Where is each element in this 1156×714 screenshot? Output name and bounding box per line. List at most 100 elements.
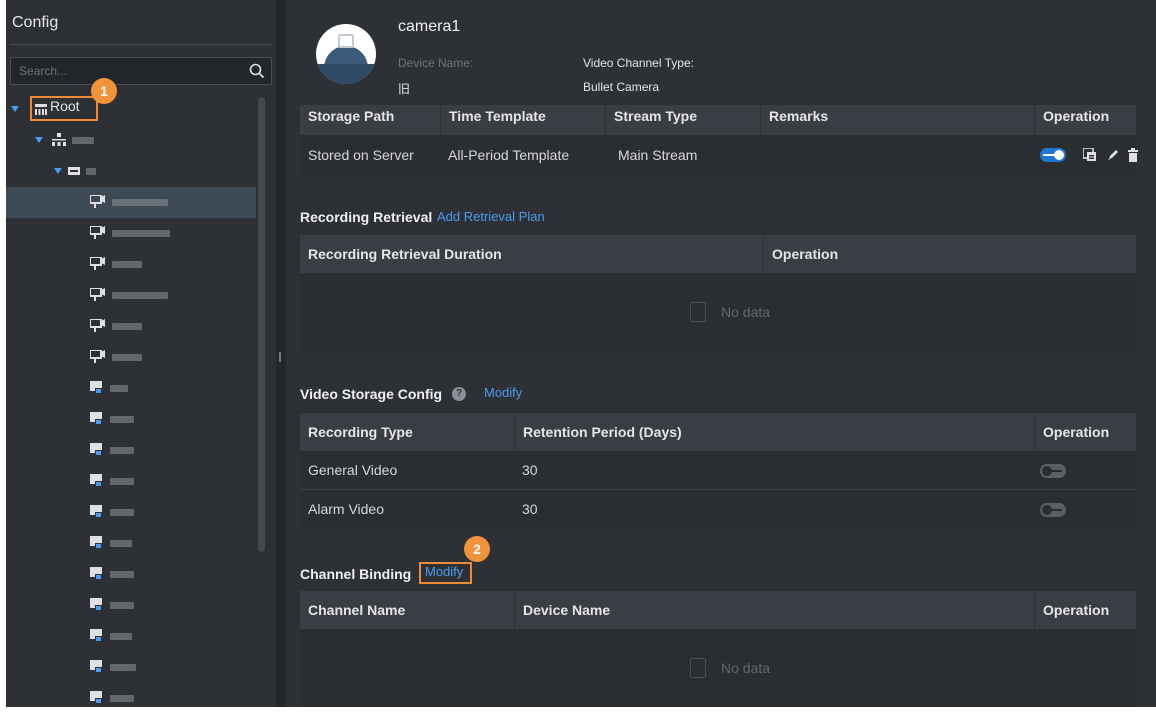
tree-node-channel[interactable] <box>6 404 256 435</box>
search-input[interactable] <box>11 58 241 84</box>
tree-node-channel[interactable] <box>6 373 256 404</box>
document-icon <box>690 658 706 678</box>
panel-splitter[interactable] <box>276 0 286 707</box>
cell-retention-days: 30 <box>522 501 538 517</box>
network-icon <box>52 133 66 146</box>
video-storage-modify-link[interactable]: Modify <box>484 385 522 400</box>
expand-arrow-icon[interactable] <box>54 168 62 174</box>
tree-node-device[interactable] <box>6 156 256 187</box>
delete-icon[interactable] <box>1126 148 1140 162</box>
cell-recording-type: General Video <box>308 462 398 478</box>
camera-icon <box>90 288 105 301</box>
channel-icon <box>90 381 102 394</box>
empty-state: No data <box>300 273 1136 351</box>
blurred-label <box>110 478 134 485</box>
search-box[interactable] <box>10 57 272 85</box>
table-header: Channel Name Device Name Operation <box>300 591 1136 629</box>
add-retrieval-plan-link[interactable]: Add Retrieval Plan <box>437 209 545 224</box>
cell-recording-type: Alarm Video <box>308 501 385 517</box>
tree-node-channel[interactable] <box>6 466 256 497</box>
tree-node-camera[interactable] <box>6 280 256 311</box>
tree-node-channel[interactable] <box>6 683 256 714</box>
col-retention-period: Retention Period (Days) <box>514 413 1034 451</box>
camera-name: camera1 <box>398 18 461 35</box>
tree-node-camera[interactable] <box>6 311 256 342</box>
recording-retrieval-table: Recording Retrieval Duration Operation N… <box>300 235 1136 351</box>
blurred-label <box>112 354 142 361</box>
col-retrieval-duration: Recording Retrieval Duration <box>308 246 502 262</box>
edit-icon[interactable] <box>1106 148 1120 162</box>
blurred-label <box>110 385 128 392</box>
general-video-toggle[interactable] <box>1040 464 1066 478</box>
col-operation: Operation <box>1034 591 1136 629</box>
blurred-label <box>86 168 96 175</box>
channel-icon <box>90 660 102 673</box>
blurred-label <box>110 571 134 578</box>
channel-binding-title: Channel Binding <box>300 566 412 582</box>
channel-icon <box>90 505 102 518</box>
camera-icon <box>90 319 105 332</box>
blurred-label <box>110 509 134 516</box>
video-storage-config-title: Video Storage Config <box>300 386 443 402</box>
table-header: Recording Type Retention Period (Days) O… <box>300 413 1136 451</box>
expand-arrow-icon[interactable] <box>11 106 19 112</box>
blurred-label <box>110 416 134 423</box>
blurred-label <box>112 292 168 299</box>
blurred-label <box>110 540 132 547</box>
col-device-name: Device Name <box>514 591 1034 629</box>
tree-node-channel[interactable] <box>6 528 256 559</box>
empty-text: No data <box>721 304 771 320</box>
search-icon[interactable] <box>249 63 265 79</box>
cell-storage-path: Stored on Server <box>308 147 414 163</box>
cell-stream-type: Main Stream <box>618 147 698 163</box>
video-channel-type-value: Bullet Camera <box>583 80 660 94</box>
plan-enable-toggle[interactable] <box>1040 148 1066 162</box>
tree-node-channel[interactable] <box>6 559 256 590</box>
copy-icon[interactable] <box>1083 148 1097 162</box>
app-window: Config Root 1 <box>6 0 1156 707</box>
channel-binding-table: Channel Name Device Name Operation No da… <box>300 591 1136 707</box>
row-divider <box>300 489 1136 490</box>
tree-node-camera[interactable] <box>6 218 256 249</box>
sidebar-title: Config <box>12 14 59 31</box>
channel-icon <box>90 412 102 425</box>
video-storage-table: Recording Type Retention Period (Days) O… <box>300 413 1136 528</box>
tree-scrollbar[interactable] <box>258 97 265 552</box>
channel-icon <box>90 691 102 704</box>
channel-icon <box>90 536 102 549</box>
channel-icon <box>90 443 102 456</box>
col-operation: Operation <box>1034 413 1136 451</box>
tree-node-channel[interactable] <box>6 590 256 621</box>
blurred-label <box>110 695 134 702</box>
splitter-grip-icon[interactable] <box>279 352 281 362</box>
tree-node-camera-selected[interactable] <box>6 187 256 218</box>
divider <box>10 44 272 45</box>
empty-text: No data <box>721 660 771 676</box>
expand-arrow-icon[interactable] <box>35 137 43 143</box>
channel-icon <box>90 598 102 611</box>
device-name-value: 旧 <box>398 82 411 96</box>
help-icon[interactable]: ? <box>452 387 466 401</box>
highlight-box-modify <box>419 562 472 584</box>
col-recording-type: Recording Type <box>308 424 413 440</box>
highlight-box-root <box>30 96 98 121</box>
tree-node-channel[interactable] <box>6 497 256 528</box>
tree-node-channel[interactable] <box>6 435 256 466</box>
storage-plan-table: Storage Path Time Template Stream Type R… <box>300 97 1138 175</box>
tree-node-group[interactable] <box>6 125 256 156</box>
recording-retrieval-title: Recording Retrieval <box>300 209 433 225</box>
tree-node-camera[interactable] <box>6 249 256 280</box>
blurred-label <box>112 323 142 330</box>
blurred-label <box>110 633 132 640</box>
tree-node-channel[interactable] <box>6 621 256 652</box>
alarm-video-toggle[interactable] <box>1040 503 1066 517</box>
table-header: Recording Retrieval Duration Operation <box>300 235 1136 273</box>
sidebar: Config Root 1 <box>6 0 276 707</box>
document-icon <box>690 302 706 322</box>
tree-node-camera[interactable] <box>6 342 256 373</box>
camera-icon <box>90 226 105 239</box>
empty-state: No data <box>300 629 1136 707</box>
camera-icon <box>90 350 105 363</box>
cell-retention-days: 30 <box>522 462 538 478</box>
tree-node-channel[interactable] <box>6 652 256 683</box>
